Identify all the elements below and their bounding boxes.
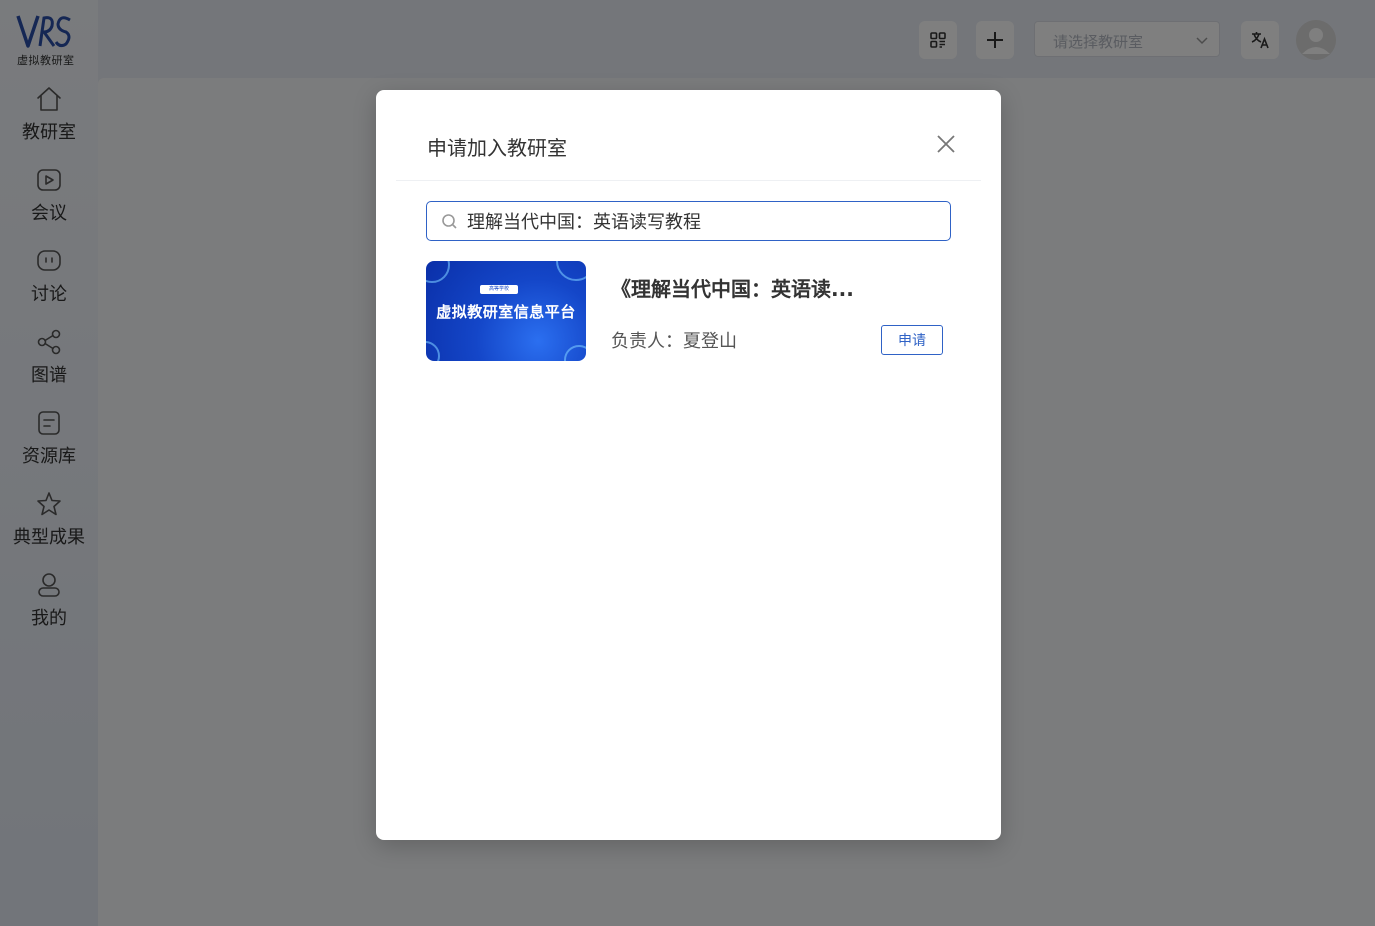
search-box[interactable] [426, 201, 951, 241]
thumbnail-tag: 高等学校 [480, 285, 518, 294]
lab-owner: 负责人：夏登山 [611, 331, 737, 352]
thumbnail-title: 虚拟教研室信息平台 [436, 303, 576, 321]
close-button[interactable] [934, 132, 958, 156]
lab-thumbnail: 高等学校 虚拟教研室信息平台 [426, 261, 586, 361]
lab-title: 《理解当代中国：英语读... [611, 277, 854, 301]
close-icon [937, 135, 955, 153]
search-input[interactable] [467, 202, 937, 240]
join-lab-dialog: 申请加入教研室 高等学校 虚拟教研室信息平台 《理解当代中国：英语读... 负责… [376, 90, 1001, 840]
apply-button[interactable]: 申请 [881, 325, 943, 355]
lab-result-item[interactable]: 高等学校 虚拟教研室信息平台 《理解当代中国：英语读... 负责人：夏登山 申请 [426, 261, 951, 361]
search-icon [442, 214, 457, 229]
dialog-divider [396, 180, 981, 181]
dialog-title: 申请加入教研室 [427, 136, 567, 160]
